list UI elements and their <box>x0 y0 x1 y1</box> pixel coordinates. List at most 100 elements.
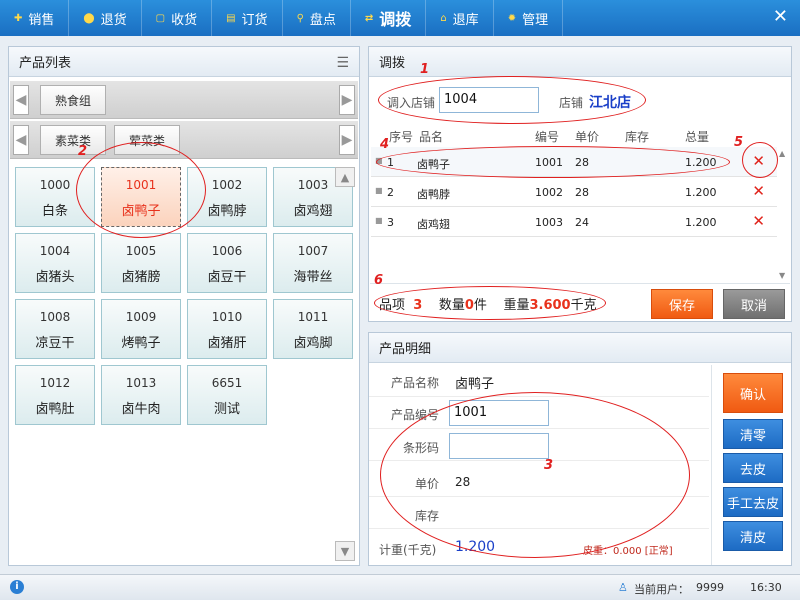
category-veg-button[interactable]: 素菜类 <box>40 125 107 155</box>
annotation-number: 2 <box>78 144 88 159</box>
save-button[interactable]: 保存 <box>651 289 713 319</box>
annotation-number: 4 <box>380 137 390 152</box>
nav-item-inventory[interactable]: ⚲ 盘点 <box>283 0 351 36</box>
category-group-row: ◀ 熟食组 ▶ <box>10 81 358 119</box>
list-menu-icon[interactable]: ☰ <box>336 55 349 71</box>
prev-group-arrow-icon[interactable]: ◀ <box>13 85 29 115</box>
product-name: 卤鸭脖 <box>207 204 247 219</box>
category-group-button[interactable]: 熟食组 <box>40 85 107 115</box>
cell-no: 2 <box>387 186 394 199</box>
product-tile[interactable]: 1000 白条 <box>15 167 95 227</box>
scroll-up-icon[interactable]: ▲ <box>779 149 785 158</box>
nav-item-return[interactable]: ⬤ 退货 <box>69 0 142 36</box>
confirm-button[interactable]: 确认 <box>723 373 783 413</box>
product-name: 卤猪膀 <box>121 270 161 285</box>
nav-item-stock-return[interactable]: ⌂ 退库 <box>426 0 494 36</box>
tare-button[interactable]: 去皮 <box>723 453 783 483</box>
row-handle-icon: ■ <box>375 156 383 165</box>
next-group-arrow-icon[interactable]: ▶ <box>339 85 355 115</box>
close-icon[interactable]: ✕ <box>773 6 788 27</box>
store-in-input[interactable]: 1004 <box>439 87 539 113</box>
product-name: 卤豆干 <box>207 270 247 285</box>
product-tile[interactable]: 1008 凉豆干 <box>15 299 95 359</box>
info-icon[interactable]: i <box>10 580 24 594</box>
product-tile[interactable]: 1007 海带丝 <box>273 233 353 293</box>
product-tile[interactable]: 1012 卤鸭肚 <box>15 365 95 425</box>
product-tile[interactable]: 1011 卤鸡脚 <box>273 299 353 359</box>
row-handle-icon: ■ <box>375 216 383 225</box>
delete-icon[interactable]: ✕ <box>752 212 765 230</box>
cell-total: 1.200 <box>685 216 717 229</box>
transfer-table-header: 序号 品名 编号 单价 库存 总量 <box>371 125 777 147</box>
delete-icon[interactable]: ✕ <box>752 152 765 170</box>
summary-divider <box>370 283 790 284</box>
next-type-arrow-icon[interactable]: ▶ <box>339 125 355 155</box>
product-code: 1000 <box>39 178 71 192</box>
current-user-label: 当前用户： <box>634 583 689 596</box>
product-tile[interactable]: 6651 测试 <box>187 365 267 425</box>
scroll-up-icon[interactable]: ▲ <box>335 167 355 187</box>
delete-icon[interactable]: ✕ <box>752 182 765 200</box>
product-code-input[interactable]: 1001 <box>449 400 549 426</box>
product-code: 1007 <box>297 244 329 258</box>
product-name: 卤牛肉 <box>121 402 161 417</box>
product-tile[interactable]: 1010 卤猪肝 <box>187 299 267 359</box>
cancel-button[interactable]: 取消 <box>723 289 785 319</box>
nav-item-order[interactable]: ▤ 订货 <box>212 0 283 36</box>
table-row[interactable]: ■ 3 卤鸡翅 1003 24 1.200 ✕ <box>371 207 777 237</box>
transfer-icon: ⇄ <box>364 12 374 24</box>
nav-item-transfer[interactable]: ⇄ 调拨 <box>351 0 427 36</box>
sales-icon: ✚ <box>14 12 23 24</box>
nav-item-sales[interactable]: ✚ 销售 <box>0 0 70 36</box>
clock: 16:30 <box>750 581 782 594</box>
zero-button[interactable]: 清零 <box>723 419 783 449</box>
table-row[interactable]: ■ 2 卤鸭脖 1002 28 1.200 ✕ <box>371 177 777 207</box>
transfer-summary: 品项 3 数量0件 重量3.600千克 <box>379 298 597 313</box>
scroll-down-icon[interactable]: ▼ <box>335 541 355 561</box>
product-tile[interactable]: 1002 卤鸭脖 <box>187 167 267 227</box>
cell-price: 28 <box>575 156 589 169</box>
prev-type-arrow-icon[interactable]: ◀ <box>13 125 29 155</box>
product-tile[interactable]: 1004 卤猪头 <box>15 233 95 293</box>
product-code: 1005 <box>125 244 157 258</box>
product-tile[interactable]: 1005 卤猪膀 <box>101 233 181 293</box>
product-code: 1009 <box>125 310 157 324</box>
category-meat-button[interactable]: 荤菜类 <box>114 125 181 155</box>
nav-item-receive[interactable]: ▢ 收货 <box>142 0 213 36</box>
cell-no: 1 <box>387 156 394 169</box>
weight-label: 计重(千克) <box>379 543 437 557</box>
barcode-input[interactable] <box>449 433 549 459</box>
user-icon: ♙ <box>618 581 628 594</box>
annotation-number: 6 <box>374 273 384 288</box>
product-name: 测试 <box>213 402 240 417</box>
product-tile[interactable]: 1013 卤牛肉 <box>101 365 181 425</box>
detail-divider <box>711 365 712 565</box>
product-list-title: 产品列表 <box>9 47 359 77</box>
weight-value: 1.200 <box>455 539 496 555</box>
product-tile[interactable]: 1009 烤鸭子 <box>101 299 181 359</box>
table-scrollbar[interactable]: ▲ ▼ <box>779 147 789 287</box>
product-code: 1011 <box>297 310 329 324</box>
detail-title: 产品明细 <box>369 333 791 363</box>
col-name: 品名 <box>419 130 444 144</box>
table-row[interactable]: ■ 1 卤鸭子 1001 28 1.200 ✕ <box>371 147 777 177</box>
scroll-down-icon[interactable]: ▼ <box>779 271 785 280</box>
product-tile[interactable]: 1001 卤鸭子 <box>101 167 181 227</box>
detail-row-stock: 库存 <box>369 497 709 529</box>
nav-item-manage[interactable]: ✹ 管理 <box>494 0 564 36</box>
cell-price: 24 <box>575 216 589 229</box>
cell-name: 卤鸡翅 <box>417 218 450 231</box>
cell-total: 1.200 <box>685 186 717 199</box>
manual-tare-button[interactable]: 手工去皮 <box>723 487 783 517</box>
col-no: 序号 <box>389 130 414 144</box>
col-total: 总量 <box>685 130 710 144</box>
current-user-value: 9999 <box>696 581 724 594</box>
transfer-panel: 调拨 调入店铺 1004 店铺 江北店 序号 品名 编号 单价 库存 总量 ■ 1… <box>368 46 792 322</box>
receive-icon: ▢ <box>155 12 166 24</box>
cell-code: 1002 <box>535 186 563 199</box>
product-name: 烤鸭子 <box>121 336 161 351</box>
product-tile[interactable]: 1006 卤豆干 <box>187 233 267 293</box>
cell-total: 1.200 <box>685 156 717 169</box>
clear-tare-button[interactable]: 清皮 <box>723 521 783 551</box>
cell-code: 1003 <box>535 216 563 229</box>
